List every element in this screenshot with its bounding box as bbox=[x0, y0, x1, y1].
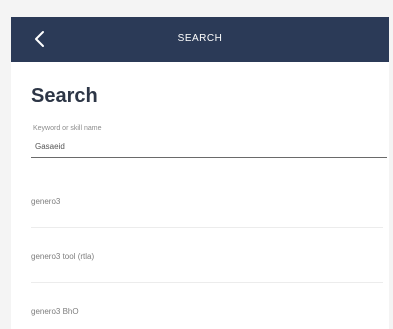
list-item[interactable]: genero3 BhO bbox=[31, 297, 383, 329]
top-app-bar: SEARCH bbox=[11, 17, 389, 62]
list-item-label: genero3 bbox=[31, 197, 61, 206]
list-item[interactable]: genero3 tool (rtla) bbox=[31, 242, 383, 283]
search-input[interactable] bbox=[31, 136, 387, 158]
list-item[interactable]: genero3 bbox=[31, 187, 383, 228]
search-screen: SEARCH Search Keyword or skill name gene… bbox=[11, 17, 389, 329]
list-item-label: genero3 BhO bbox=[31, 307, 79, 316]
page-title: Search bbox=[31, 85, 98, 107]
app-bar-title: SEARCH bbox=[177, 33, 223, 44]
list-item-label: genero3 tool (rtla) bbox=[31, 252, 95, 261]
search-field-label: Keyword or skill name bbox=[33, 125, 102, 132]
